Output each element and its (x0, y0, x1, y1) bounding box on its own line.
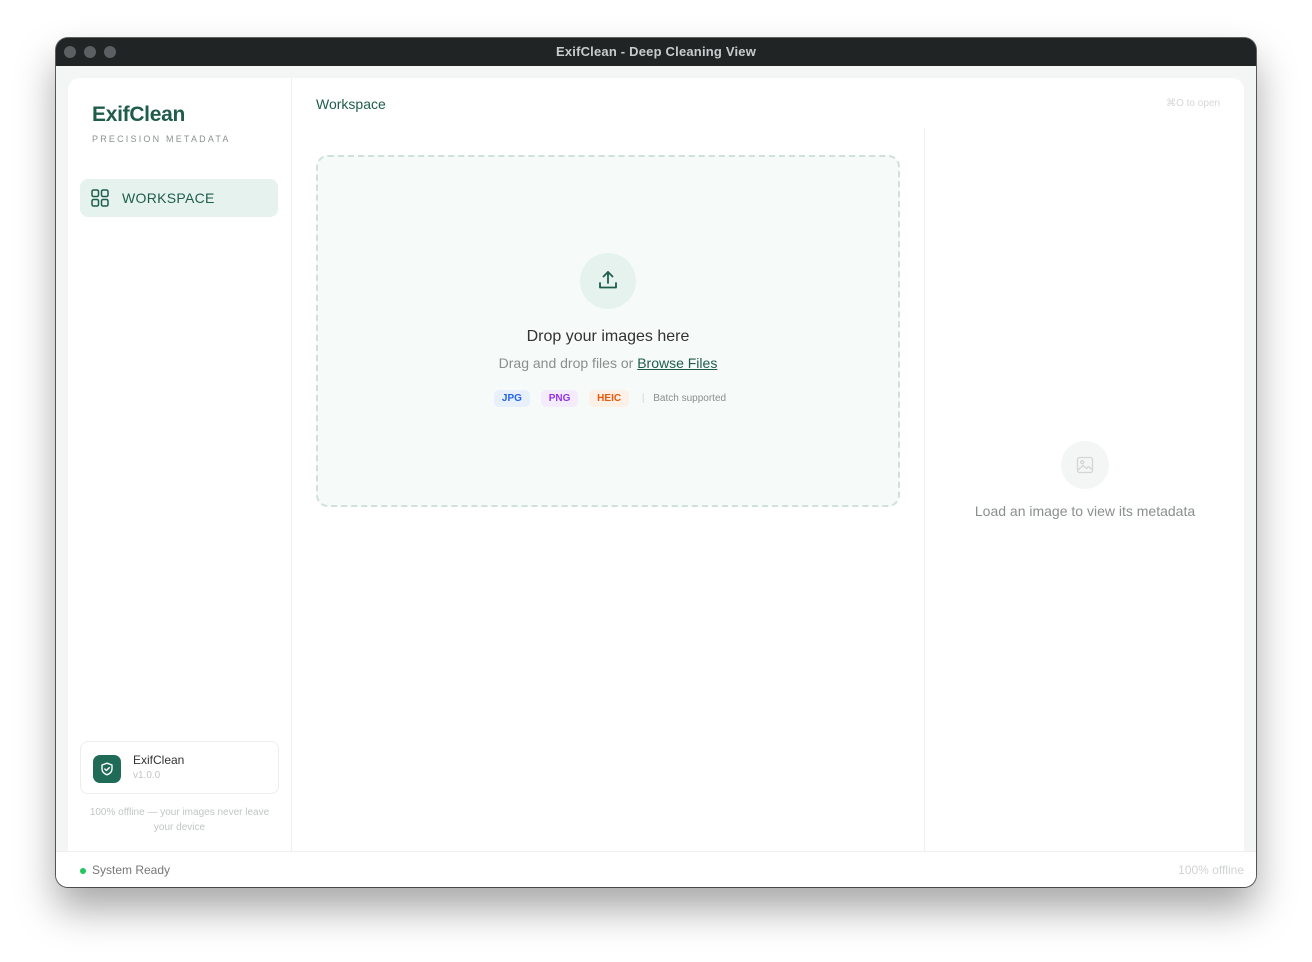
app-window: ExifClean - Deep Cleaning View ExifClean… (56, 38, 1256, 887)
drop-title: Drop your images here (526, 328, 690, 345)
brand-name: ExifClean (92, 103, 185, 126)
grid-icon (91, 189, 109, 207)
app-version: v1.0.0 (133, 770, 161, 781)
window-content: ExifClean PRECISION METADATA WORKSPACE E… (56, 66, 1256, 887)
app-card: ExifClean PRECISION METADATA WORKSPACE E… (68, 78, 1244, 851)
metadata-panel: Load an image to view its metadata (924, 128, 1245, 851)
browse-files-link[interactable]: Browse Files (637, 355, 717, 371)
status-indicator (80, 868, 86, 874)
format-badge-png: PNG (540, 390, 579, 407)
page-title: Workspace (316, 96, 386, 112)
format-separator: | (641, 393, 645, 404)
title-bar: ExifClean - Deep Cleaning View (56, 38, 1256, 66)
drop-subtitle: Drag and drop files or Browse Files (318, 355, 898, 371)
status-bar: System Ready 100% offline (56, 851, 1256, 887)
app-name: ExifClean (133, 753, 185, 767)
shield-icon (93, 755, 121, 783)
shortcut-hint: ⌘O to open (1166, 98, 1220, 109)
app-info-card: ExifClean v1.0.0 (80, 741, 279, 794)
drop-zone[interactable]: Drop your images here Drag and drop file… (316, 155, 900, 507)
upload-icon (580, 253, 636, 309)
batch-note: Batch supported (653, 393, 727, 404)
format-badge-heic: HEIC (589, 390, 630, 407)
sidebar: ExifClean PRECISION METADATA WORKSPACE E… (68, 78, 292, 851)
brand-tagline: PRECISION METADATA (92, 134, 231, 144)
offline-note: 100% offline — your images never leave y… (89, 807, 270, 833)
format-badge-jpg: JPG (493, 390, 530, 407)
sidebar-item-label: WORKSPACE (122, 190, 215, 206)
sidebar-item-workspace[interactable]: WORKSPACE (80, 179, 278, 217)
offline-mode-label: 100% offline (1178, 863, 1244, 877)
metadata-placeholder: Load an image to view its metadata (974, 503, 1196, 519)
format-list: JPG PNG HEIC | Batch supported (318, 390, 898, 407)
drop-subtitle-text: Drag and drop files or (498, 355, 634, 371)
main-area: Workspace ⌘O to open Drop your images he… (292, 78, 1244, 851)
window-title: ExifClean - Deep Cleaning View (555, 44, 757, 59)
image-icon (1061, 441, 1109, 489)
status-text: System Ready (92, 863, 171, 877)
